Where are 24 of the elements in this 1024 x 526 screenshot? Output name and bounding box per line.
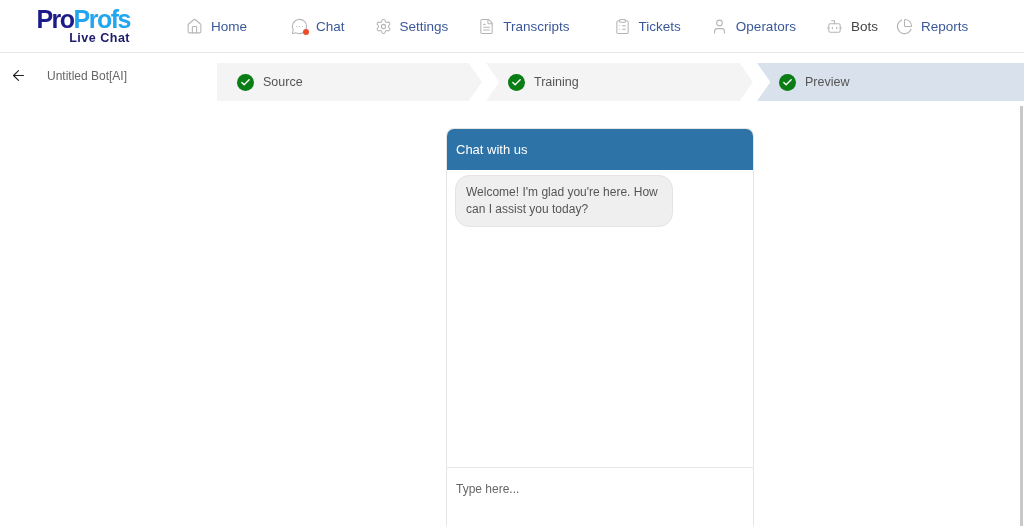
settings-icon bbox=[374, 17, 392, 35]
clipboard-icon bbox=[613, 17, 631, 35]
chat-message: Welcome! I'm glad you're here. How can I assist you today? bbox=[455, 175, 673, 227]
nav-link[interactable]: Transcripts bbox=[478, 17, 570, 35]
wizard-step[interactable]: Preview bbox=[757, 63, 1024, 101]
nav-link[interactable]: Chat bbox=[291, 17, 345, 35]
document-icon bbox=[478, 17, 496, 35]
wizard-step[interactable]: Source bbox=[217, 63, 482, 101]
nav-link[interactable]: Home bbox=[186, 17, 247, 35]
wizard-step[interactable]: Training bbox=[486, 63, 753, 101]
bot-title: Untitled Bot[AI] bbox=[47, 69, 128, 83]
pie-chart-icon bbox=[895, 17, 913, 35]
nav-link[interactable]: Bots bbox=[825, 17, 878, 35]
scrollbar[interactable] bbox=[1020, 106, 1023, 526]
nav-link[interactable]: Tickets bbox=[613, 17, 681, 35]
nav-link[interactable]: Reports bbox=[895, 17, 969, 35]
robot-icon bbox=[825, 17, 843, 35]
nav-link[interactable]: Settings bbox=[374, 17, 449, 35]
back-button[interactable] bbox=[10, 67, 27, 84]
nav-link[interactable]: Operators bbox=[710, 17, 796, 35]
home-icon bbox=[186, 17, 203, 35]
logo: ProProfs bbox=[36, 7, 130, 31]
chat-header: Chat with us bbox=[447, 129, 753, 170]
logo-subtitle: Live Chat bbox=[69, 31, 130, 45]
